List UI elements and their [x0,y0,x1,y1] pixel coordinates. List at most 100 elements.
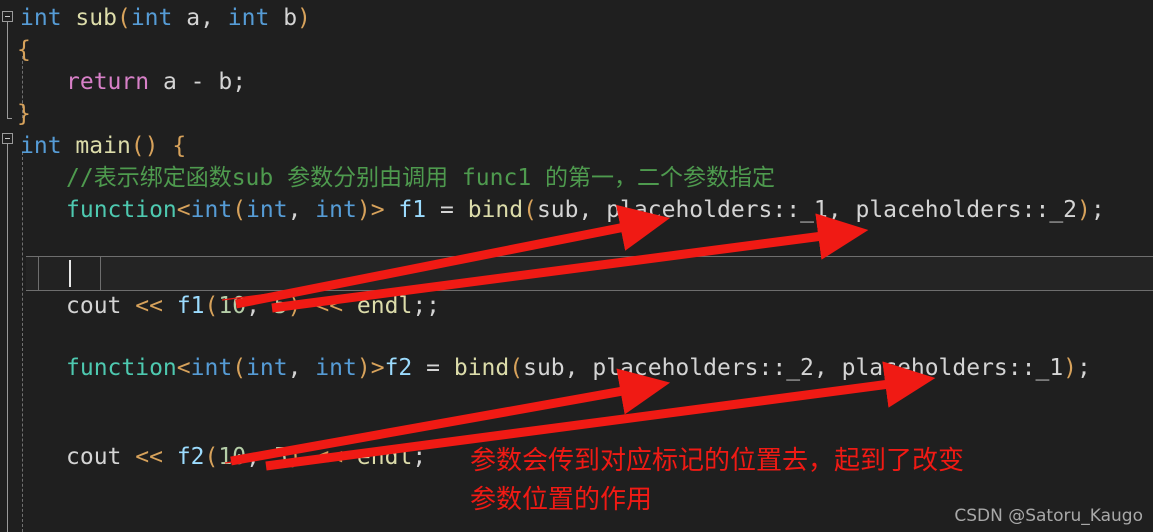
token-paren-f2-open: ( [204,444,219,470]
code-line-6-comment: //表示绑定函数sub 参数分别由调用 func1 的第一，二个参数指定 [66,165,776,191]
token-placeholder-1b: placeholders::_1 [841,355,1064,381]
token-space-5 [177,69,191,95]
token-function-template-2: function [66,355,177,381]
code-line-13[interactable]: cout << f2(10, 5) << endl; [66,440,426,475]
token-param-type-int-b: int [227,5,270,31]
code-editor-screenshot: int sub(int a, int b) { return a - b; } … [0,0,1153,532]
token-stream-op-1: << [135,293,163,319]
code-line-1[interactable]: int sub(int a, int b) [20,1,311,36]
token-arg-sub-1: sub [536,197,579,223]
token-function-name-main: main [75,133,131,159]
code-line-2[interactable]: { [17,33,31,68]
token-paren-f1-open: ( [204,293,219,319]
token-int-keyword: int [20,5,62,31]
token-stream-op-3: << [135,444,163,470]
token-semicolon-4: ; [412,444,427,470]
token-semicolon-3: ; [1077,355,1091,381]
token-param-b: b [283,5,298,31]
token-space-13 [163,293,177,319]
token-space-14 [302,293,316,319]
code-line-3[interactable]: return a - b; [66,65,246,100]
token-var-f2: f2 [384,355,413,381]
token-angle-open-2: < [176,355,191,381]
token-bind-call-2: bind [453,355,510,381]
token-space-12 [121,293,135,319]
token-placeholder-2b: placeholders::_2 [592,355,814,381]
token-int-p1-2: int [246,355,288,381]
token-parens-main: () [130,133,159,159]
token-call-f1: f1 [176,293,205,319]
token-comma-t2: , [287,355,316,381]
token-stream-op-2: << [315,293,344,319]
token-paren-open-t1: ( [232,197,247,223]
token-paren-close-t1: ) [356,197,371,223]
token-space-7 [62,133,76,159]
token-cout-2: cout [66,444,122,470]
token-arg-10-a: 10 [218,293,247,319]
token-function-name-sub: sub [75,5,117,31]
token-cout-1: cout [66,293,122,319]
token-endl-1: endl [356,293,413,319]
code-line-5[interactable]: int main() { [20,129,186,164]
code-line-11[interactable]: function<int(int, int)>f2 = bind(sub, pl… [66,351,1091,386]
token-semicolon-2: ; [1090,197,1105,223]
token-paren-f2-close: ) [287,444,302,470]
code-line-9[interactable]: cout << f1(10, 5) << endl;; [66,289,440,324]
token-arg-5-a: 5 [273,293,288,319]
code-line-7[interactable]: function<int(int, int)> f1 = bind(sub, p… [66,193,1105,228]
token-angle-close-2: > [370,355,385,381]
token-param-a: a [186,5,201,31]
token-space-17 [440,355,454,381]
token-int-keyword-main: int [20,133,62,159]
token-brace-open-main: { [172,133,187,159]
token-space-15 [343,293,357,319]
token-space-18 [121,444,135,470]
token-int-ret-1: int [190,197,233,223]
token-arg-10-b: 10 [218,444,247,470]
token-return-keyword: return [66,69,150,95]
token-space-20 [302,444,316,470]
token-space-9 [385,197,399,223]
token-assign-1: = [439,197,454,223]
token-paren-close: ) [297,5,311,31]
token-paren-open-t2: ( [232,355,247,381]
token-space-11 [454,197,468,223]
token-call-f2: f2 [176,444,205,470]
token-int-p1-1: int [246,197,288,223]
token-paren-f1-close: ) [287,293,302,319]
annotation-note-line-2: 参数位置的作用 [470,485,653,515]
token-placeholder-2a: placeholders::_2 [855,197,1078,223]
token-var-b: b [218,69,233,95]
token-int-p2-2: int [315,355,357,381]
token-comma-b1: , [578,197,607,223]
token-param-type-int-a: int [130,5,173,31]
token-endl-2: endl [356,444,413,470]
token-comma-t1: , [287,197,316,223]
token-paren-bind-open-2: ( [509,355,524,381]
token-paren-bind-close-1: ) [1077,197,1091,223]
token-paren-close-t2: ) [356,355,371,381]
token-comma-f2: , [246,444,274,470]
token-int-p2-1: int [315,197,357,223]
token-paren-bind-close-2: ) [1063,355,1078,381]
token-bind-call-1: bind [467,197,524,223]
token-assign-2: = [426,355,440,381]
token-space-8 [159,133,173,159]
token-space-3 [269,5,283,31]
token-space-10 [426,197,440,223]
token-space-2 [172,5,186,31]
token-comma-b4: , [813,355,842,381]
token-comma-1: , [200,5,228,31]
token-stream-op-4: << [315,444,344,470]
token-var-a: a [162,69,177,95]
token-comma-f1: , [246,293,274,319]
token-function-template-1: function [66,197,177,223]
token-semicolons-1: ;; [412,293,441,319]
token-minus-operator: - [190,69,205,95]
token-placeholder-1a: placeholders::_1 [606,197,828,223]
code-line-4[interactable]: } [17,97,31,132]
token-space-4 [149,69,163,95]
token-angle-open-1: < [176,197,191,223]
token-comma-b3: , [564,355,593,381]
